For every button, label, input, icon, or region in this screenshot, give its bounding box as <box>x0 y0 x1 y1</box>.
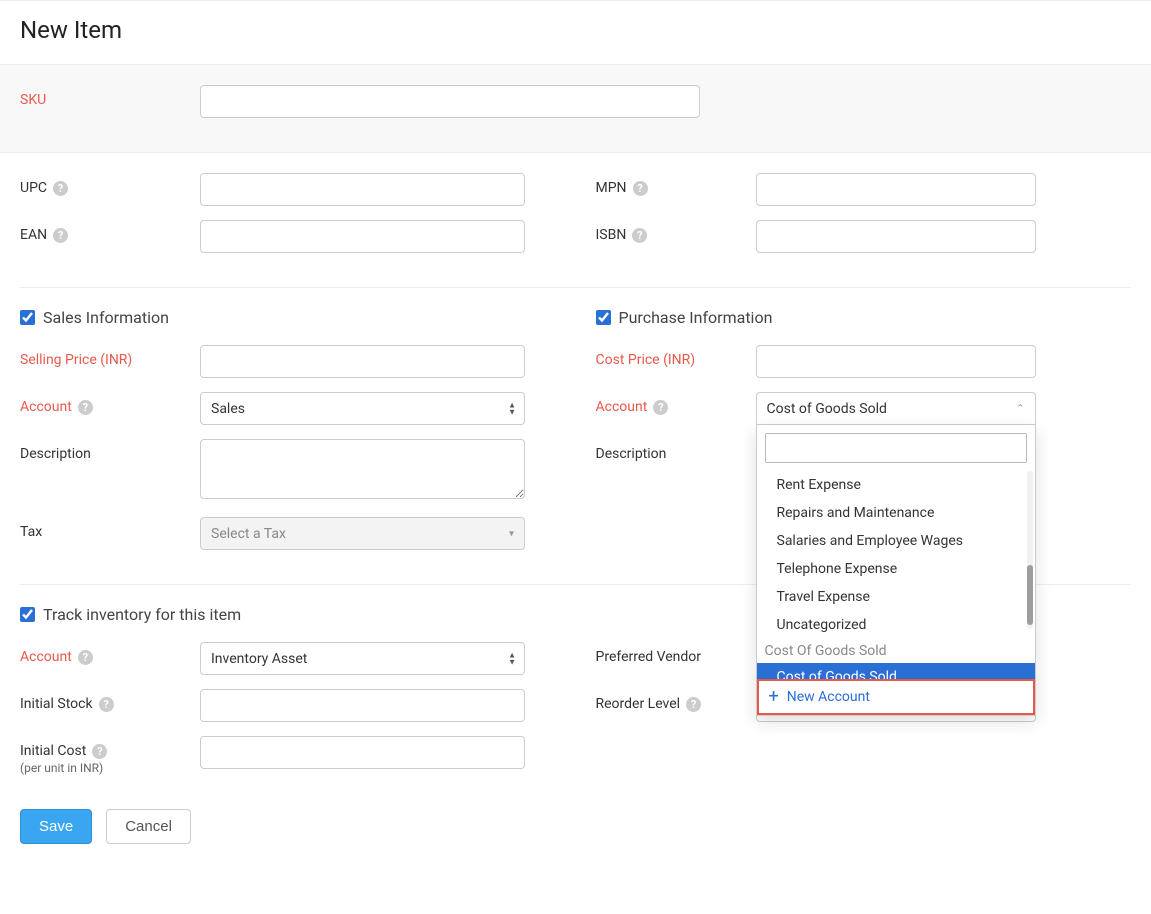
new-account-button[interactable]: + New Account <box>757 679 1035 715</box>
help-icon: ? <box>53 228 68 243</box>
cost-price-input[interactable] <box>756 345 1036 378</box>
help-icon: ? <box>632 228 647 243</box>
help-icon: ? <box>653 400 668 415</box>
initial-cost-label: Initial Cost ? <box>20 743 200 759</box>
account-dropdown-panel: Rent Expense Repairs and Maintenance Sal… <box>756 425 1036 716</box>
sales-description-label: Description <box>20 439 200 462</box>
plus-icon: + <box>769 690 779 704</box>
help-icon: ? <box>633 181 648 196</box>
account-option[interactable]: Repairs and Maintenance <box>757 499 1035 527</box>
mpn-input[interactable] <box>756 173 1036 206</box>
initial-stock-input[interactable] <box>200 689 525 722</box>
scrollbar-thumb[interactable] <box>1027 565 1033 625</box>
help-icon: ? <box>92 744 107 759</box>
chevron-updown-icon: ▲▼ <box>508 402 516 415</box>
page-title: New Item <box>0 1 1151 64</box>
account-search-input[interactable] <box>765 433 1027 463</box>
isbn-label: ISBN ? <box>596 220 756 243</box>
isbn-input[interactable] <box>756 220 1036 253</box>
sales-account-select[interactable]: Sales ▲▼ <box>200 392 525 425</box>
account-option[interactable]: Uncategorized <box>757 611 1035 639</box>
cancel-button[interactable]: Cancel <box>106 809 191 844</box>
selling-price-input[interactable] <box>200 345 525 378</box>
sales-info-checkbox[interactable] <box>20 310 35 325</box>
chevron-updown-icon: ▲▼ <box>508 652 516 665</box>
inventory-account-select[interactable]: Inventory Asset ▲▼ <box>200 642 525 675</box>
account-option[interactable]: Salaries and Employee Wages <box>757 527 1035 555</box>
upc-label: UPC ? <box>20 173 200 196</box>
chevron-down-icon: ▾ <box>509 528 514 539</box>
sales-info-label[interactable]: Sales Information <box>43 308 169 327</box>
upc-input[interactable] <box>200 173 525 206</box>
purchase-account-label: Account ? <box>596 392 756 415</box>
selling-price-label: Selling Price (INR) <box>20 345 200 368</box>
sales-description-input[interactable] <box>200 439 525 499</box>
account-option-selected[interactable]: Cost of Goods Sold <box>757 663 1035 679</box>
mpn-label: MPN ? <box>596 173 756 196</box>
help-icon: ? <box>686 697 701 712</box>
purchase-info-checkbox[interactable] <box>596 310 611 325</box>
initial-cost-input[interactable] <box>200 736 525 769</box>
ean-label: EAN ? <box>20 220 200 243</box>
help-icon: ? <box>53 181 68 196</box>
account-option[interactable]: Rent Expense <box>757 471 1035 499</box>
preferred-vendor-label: Preferred Vendor <box>596 642 756 665</box>
ean-input[interactable] <box>200 220 525 253</box>
purchase-account-select[interactable]: Cost of Goods Sold ⌃ <box>756 392 1036 425</box>
inventory-account-label: Account ? <box>20 642 200 665</box>
help-icon: ? <box>78 650 93 665</box>
sales-account-label: Account ? <box>20 392 200 415</box>
initial-cost-sublabel: (per unit in INR) <box>20 761 200 775</box>
tax-select[interactable]: Select a Tax ▾ <box>200 517 525 550</box>
account-option[interactable]: Telephone Expense <box>757 555 1035 583</box>
sku-input[interactable] <box>200 85 700 118</box>
sku-label: SKU <box>20 85 200 108</box>
chevron-up-icon: ⌃ <box>1016 403 1024 414</box>
save-button[interactable]: Save <box>20 809 92 844</box>
cost-price-label: Cost Price (INR) <box>596 345 756 368</box>
purchase-info-label[interactable]: Purchase Information <box>619 308 773 327</box>
track-inventory-checkbox[interactable] <box>20 607 35 622</box>
help-icon: ? <box>78 400 93 415</box>
track-inventory-label[interactable]: Track inventory for this item <box>43 605 241 624</box>
help-icon: ? <box>99 697 114 712</box>
account-option[interactable]: Travel Expense <box>757 583 1035 611</box>
initial-stock-label: Initial Stock ? <box>20 689 200 712</box>
account-group-label: Cost Of Goods Sold <box>757 639 1035 663</box>
reorder-level-label: Reorder Level ? <box>596 689 756 712</box>
tax-label: Tax <box>20 517 200 540</box>
account-option-list[interactable]: Rent Expense Repairs and Maintenance Sal… <box>757 471 1035 679</box>
purchase-description-label: Description <box>596 439 756 462</box>
